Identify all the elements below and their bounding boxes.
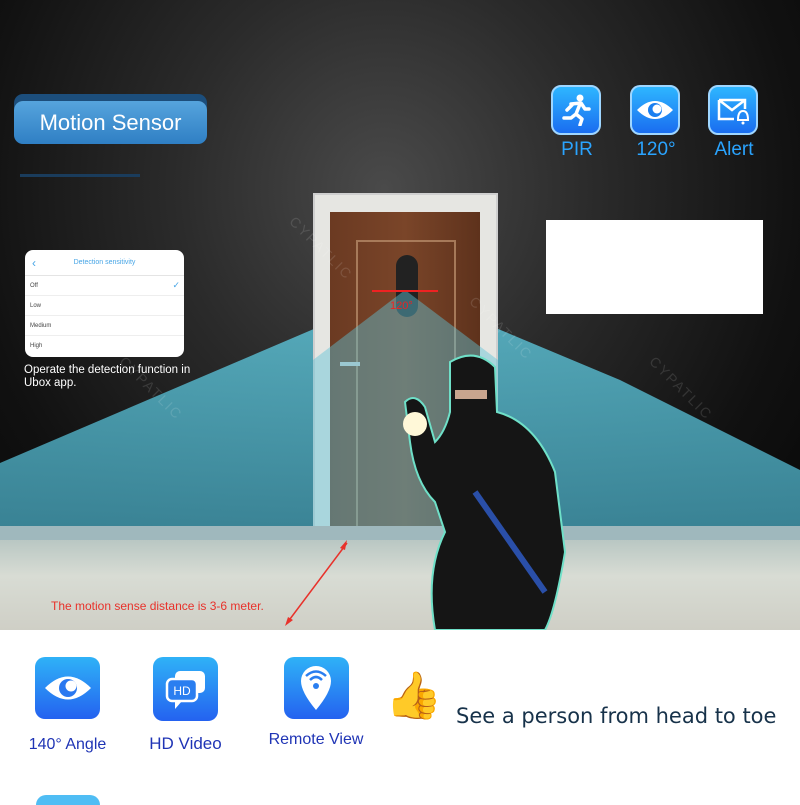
feature-label: PIR [561,139,593,160]
thumbs-up-icon: 👍 [385,669,443,721]
sensitivity-option-off[interactable]: Off ✓ [25,276,184,296]
feature-label: HD Video [149,734,222,753]
svg-text:HD: HD [173,684,191,698]
location-wifi-icon [283,657,349,719]
hd-chat-icon: HD [153,657,218,721]
feature-label: Remote View [268,731,364,748]
feature-alert: Alert [708,85,760,161]
feature-label: 140° Angle [28,736,107,753]
partial-feature-icon [36,795,100,805]
eye-icon [35,657,100,719]
app-caption: Operate the detection function in Ubox a… [24,364,191,389]
sensitivity-option-low[interactable]: Low [25,296,184,316]
app-title: Detection sensitivity [73,259,136,266]
tagline-text: See a person from head to toe [456,704,777,728]
feature-pir: PIR [551,85,603,161]
eye-icon [630,85,680,135]
option-label: High [30,343,43,349]
option-label: Off [30,282,38,289]
checkmark-icon: ✓ [172,280,180,290]
motion-sensor-badge: Motion Sensor [14,101,207,144]
distance-note: The motion sense distance is 3-6 meter. [51,599,264,613]
feature-angle: 120° [630,85,682,161]
sensitivity-option-high[interactable]: High [25,336,184,356]
sensitivity-option-medium[interactable]: Medium [25,316,184,336]
app-screenshot-card: ‹ Detection sensitivity Off ✓ Low Medium… [25,250,184,357]
feature-label: 120° [636,139,676,160]
app-header: ‹ Detection sensitivity [25,250,184,276]
chevron-left-icon[interactable]: ‹ [32,256,36,270]
option-label: Low [30,302,42,309]
option-label: Medium [30,322,52,329]
feature-remote-view: Remote View [262,657,370,749]
running-person-icon [551,85,601,135]
decorative-bar [20,174,140,177]
feature-hd-video: HD HD Video [143,657,228,754]
blank-panel [546,220,763,314]
feature-140-angle: 140° Angle [25,657,110,754]
mail-bell-icon [708,85,758,135]
feature-label: Alert [714,139,754,160]
